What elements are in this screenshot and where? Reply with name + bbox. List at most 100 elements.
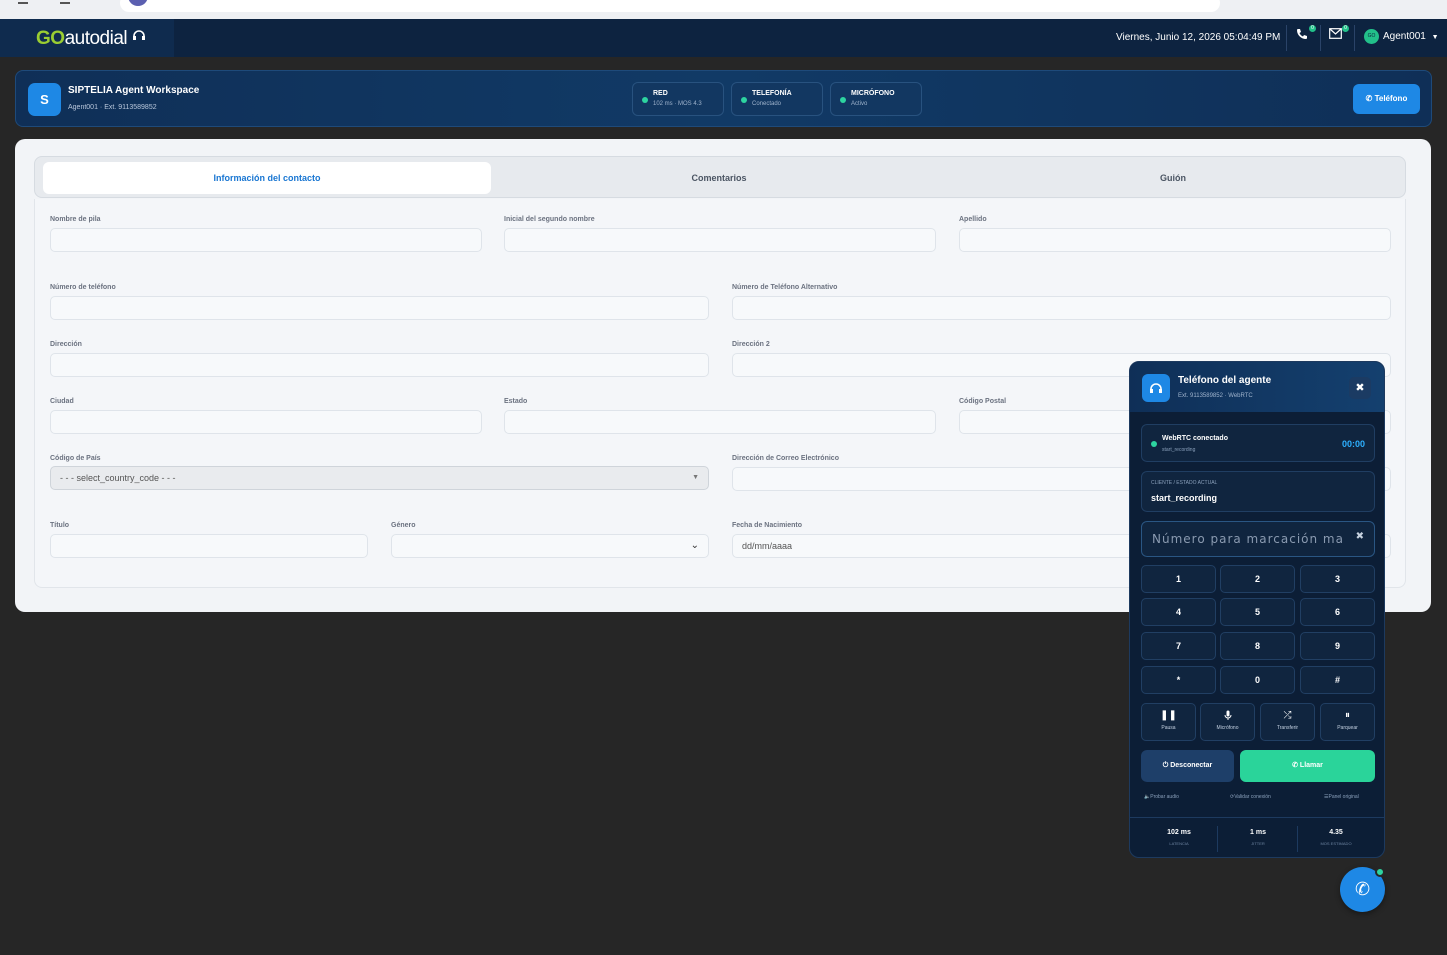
microphone-label: Micrófono bbox=[1216, 725, 1239, 731]
keypad-key[interactable]: 7 bbox=[1141, 632, 1216, 660]
last-name-field[interactable] bbox=[959, 228, 1391, 252]
pause-button[interactable]: ❚❚ Pausa bbox=[1141, 703, 1196, 741]
transfer-icon: ⤮ bbox=[1283, 710, 1292, 721]
jitter-stat: 1 ms JITTER bbox=[1218, 818, 1298, 857]
online-indicator bbox=[1375, 867, 1385, 877]
pause-label: Pausa bbox=[1161, 725, 1176, 731]
status-title: MICRÓFONO bbox=[851, 90, 895, 97]
keypad-key[interactable]: 0 bbox=[1220, 666, 1295, 694]
call-label: Llamar bbox=[1299, 762, 1323, 769]
keypad-key[interactable]: 3 bbox=[1300, 565, 1375, 593]
client-status-label: CLIENTE / ESTADO ACTUAL bbox=[1151, 480, 1218, 486]
status-value: 102 ms · MOS 4.3 bbox=[653, 101, 702, 107]
mos-stat: 4.35 MOS ESTIMADO bbox=[1296, 818, 1376, 857]
status-value: Conectado bbox=[752, 101, 782, 107]
stat-label: MOS ESTIMADO bbox=[1320, 841, 1352, 846]
postal-code-label: Código Postal bbox=[959, 398, 1007, 405]
widget-subtitle: Ext. 9113589852 · WebRTC bbox=[1178, 393, 1253, 399]
power-icon: ⏻ bbox=[1162, 762, 1169, 769]
title-field[interactable] bbox=[50, 534, 368, 558]
park-button[interactable]: ⏸ Parquear bbox=[1320, 703, 1375, 741]
phone-number-field[interactable] bbox=[50, 296, 709, 320]
keypad-key[interactable]: 2 bbox=[1220, 565, 1295, 593]
logo-container: GOautodial bbox=[0, 19, 174, 57]
keypad-key[interactable]: 5 bbox=[1220, 598, 1295, 626]
keypad-key[interactable]: 6 bbox=[1300, 598, 1375, 626]
transfer-label: Transferir bbox=[1276, 725, 1299, 731]
dial-input[interactable]: Número para marcación ma ✖ bbox=[1141, 521, 1375, 557]
forward-icon[interactable] bbox=[60, 0, 70, 4]
keypad-key[interactable]: # bbox=[1300, 666, 1375, 694]
gender-select[interactable]: ⌄ bbox=[391, 534, 709, 558]
logo-text: autodial bbox=[64, 28, 128, 49]
client-status: CLIENTE / ESTADO ACTUAL start_recording bbox=[1141, 471, 1375, 512]
phone-toggle-button[interactable]: ✆ Teléfono bbox=[1353, 84, 1420, 114]
floating-phone-button[interactable]: ✆ bbox=[1340, 867, 1385, 912]
original-panel-label: Panel original bbox=[1328, 794, 1359, 800]
call-quality-stats: 102 ms LATENCIA 1 ms JITTER 4.35 MOS EST… bbox=[1130, 817, 1384, 857]
mail-notifications-icon[interactable]: 0 bbox=[1329, 25, 1349, 44]
first-name-field[interactable] bbox=[50, 228, 482, 252]
keypad-key[interactable]: 4 bbox=[1141, 598, 1216, 626]
country-code-select[interactable]: - - - select_country_code - - - ▼ bbox=[50, 466, 709, 490]
test-audio-link[interactable]: 🔈Probar audio bbox=[1144, 794, 1179, 800]
divider bbox=[1320, 25, 1321, 51]
browser-chrome bbox=[0, 0, 1447, 19]
microphone-button[interactable]: Micrófono bbox=[1200, 703, 1255, 741]
top-navbar: GOautodial Viernes, Junio 12, 2026 05:04… bbox=[0, 19, 1447, 57]
original-panel-link[interactable]: ☰Panel original bbox=[1324, 794, 1359, 800]
stat-value: 4.35 bbox=[1329, 829, 1343, 836]
current-datetime: Viernes, Junio 12, 2026 05:04:49 PM bbox=[1116, 32, 1281, 43]
state-field[interactable] bbox=[504, 410, 936, 434]
status-dot-icon bbox=[642, 97, 648, 103]
pause-icon: ❚❚ bbox=[1160, 710, 1177, 721]
phone-badge: 0 bbox=[1309, 25, 1316, 32]
tab-script[interactable]: Guión bbox=[949, 162, 1397, 194]
address-field[interactable] bbox=[50, 353, 709, 377]
keypad-key[interactable]: 9 bbox=[1300, 632, 1375, 660]
clear-icon[interactable]: ✖ bbox=[1356, 531, 1364, 542]
tab-bar: Información del contacto Comentarios Gui… bbox=[34, 156, 1406, 198]
close-icon[interactable]: ✖ bbox=[1349, 377, 1371, 399]
latency-stat: 102 ms LATENCIA bbox=[1139, 818, 1219, 857]
address2-label: Dirección 2 bbox=[732, 341, 770, 348]
back-icon[interactable] bbox=[18, 0, 28, 4]
alt-phone-field[interactable] bbox=[732, 296, 1391, 320]
phone-label: Número de teléfono bbox=[50, 284, 116, 291]
tab-comments[interactable]: Comentarios bbox=[495, 162, 943, 194]
status-value: Activo bbox=[851, 101, 868, 107]
validate-connection-link[interactable]: ⟳Validar conexión bbox=[1230, 794, 1271, 800]
agent-user-menu[interactable]: GO Agent001 ▼ bbox=[1364, 29, 1439, 47]
state-label: Estado bbox=[504, 398, 528, 405]
goautodial-logo[interactable]: GOautodial bbox=[36, 28, 146, 50]
keypad-key[interactable]: 1 bbox=[1141, 565, 1216, 593]
disconnect-label: Desconectar bbox=[1170, 762, 1213, 769]
dob-label: Fecha de Nacimiento bbox=[732, 522, 803, 529]
city-label: Ciudad bbox=[50, 398, 74, 405]
call-button[interactable]: ✆ Llamar bbox=[1240, 750, 1375, 782]
microphone-icon bbox=[1201, 710, 1254, 722]
alt-phone-label: Número de Teléfono Alternativo bbox=[732, 284, 838, 291]
test-audio-label: Probar audio bbox=[1150, 794, 1179, 800]
city-field[interactable] bbox=[50, 410, 482, 434]
transfer-button[interactable]: ⤮ Transferir bbox=[1260, 703, 1315, 741]
chevron-down-icon: ▼ bbox=[692, 474, 699, 481]
park-label: Parquear bbox=[1337, 725, 1358, 731]
disconnect-button[interactable]: ⏻ Desconectar bbox=[1141, 750, 1234, 782]
country-code-label: Código de País bbox=[50, 455, 101, 462]
phone-icon: ✆ bbox=[1292, 762, 1298, 769]
stat-value: 102 ms bbox=[1167, 829, 1191, 836]
keypad-key[interactable]: * bbox=[1141, 666, 1216, 694]
tab-contact-info[interactable]: Información del contacto bbox=[43, 162, 491, 194]
keypad-key[interactable]: 8 bbox=[1220, 632, 1295, 660]
envelope-icon bbox=[1329, 28, 1342, 39]
phone-notifications-icon[interactable]: 0 bbox=[1296, 25, 1316, 44]
url-bar[interactable] bbox=[120, 0, 1220, 12]
widget-title: Teléfono del agente bbox=[1178, 375, 1272, 386]
workspace-subtitle: Agent001 · Ext. 9113589852 bbox=[68, 104, 157, 111]
middle-initial-field[interactable] bbox=[504, 228, 936, 252]
phone-icon: ✆ bbox=[1354, 879, 1371, 899]
status-title: TELEFONÍA bbox=[752, 90, 792, 97]
phone-button-label: Teléfono bbox=[1374, 94, 1408, 103]
logo-go: GO bbox=[36, 28, 65, 49]
